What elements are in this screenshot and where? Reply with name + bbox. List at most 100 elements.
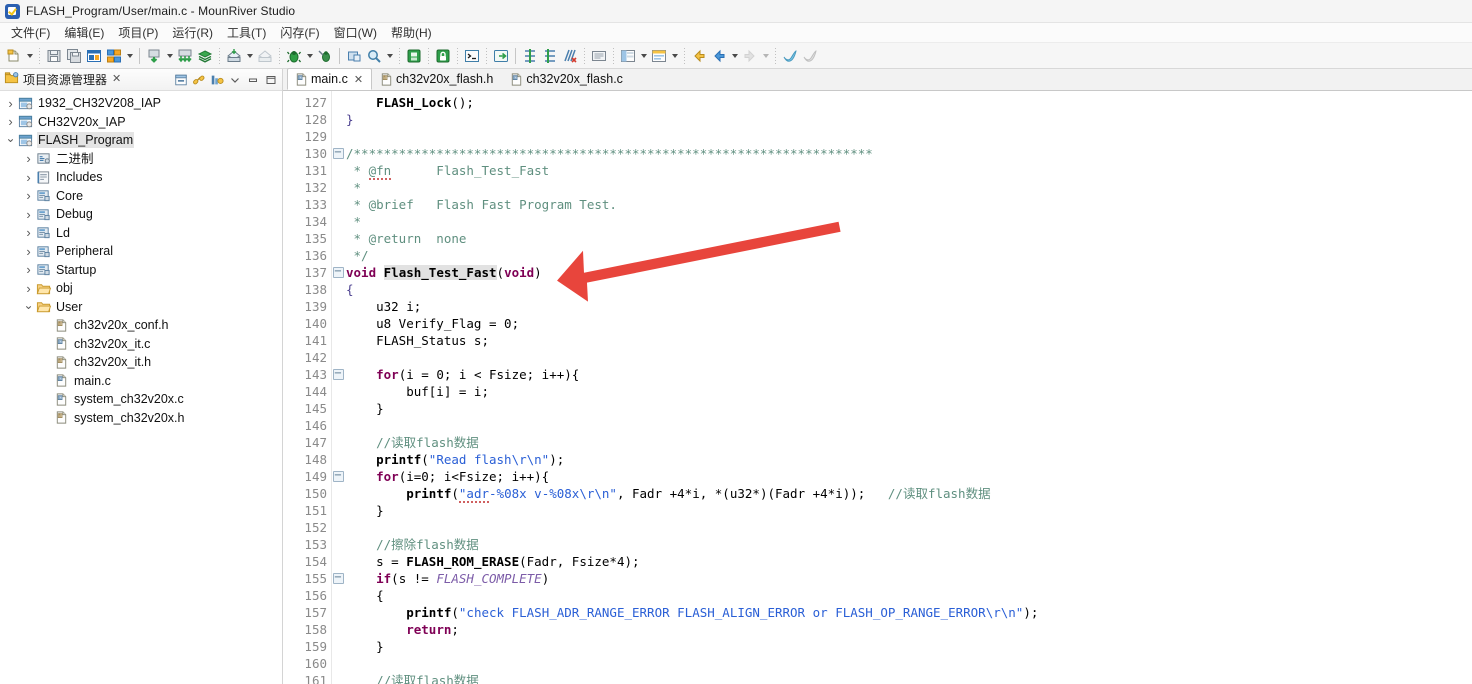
code-line[interactable]: void Flash_Test_Fast(void) (344, 264, 1472, 281)
code-line[interactable]: FLASH_Lock(); (344, 94, 1472, 111)
maximize-icon[interactable] (263, 72, 278, 87)
code-line[interactable]: } (344, 502, 1472, 519)
code-view[interactable]: 127 128 129 130 131 132 133 134 135 136 137 138 139 1… (283, 91, 1472, 684)
code-line[interactable]: * (344, 213, 1472, 230)
editor-tab-ch32v20x_flash.c[interactable]: c ch32v20x_flash.c (502, 68, 632, 90)
fold-collapse-icon[interactable]: − (332, 570, 344, 587)
tree-item-ch32v20x_conf.h[interactable]: h ch32v20x_conf.h (0, 316, 282, 335)
tree-item-Core[interactable]: Core (0, 187, 282, 206)
back-icon[interactable] (689, 46, 709, 66)
debug-alt-icon[interactable] (315, 46, 335, 66)
code-line[interactable] (344, 128, 1472, 145)
tree-item-system_ch32v20x.c[interactable]: c system_ch32v20x.c (0, 390, 282, 409)
chevron-right-icon[interactable] (22, 152, 35, 165)
collapse-all-icon[interactable] (173, 72, 188, 87)
code-line[interactable]: printf("check FLASH_ADR_RANGE_ERROR FLAS… (344, 604, 1472, 621)
indent-icon[interactable] (520, 46, 540, 66)
code-line[interactable]: } (344, 111, 1472, 128)
tree-item-1932_CH32V208_IAP[interactable]: 1932_CH32V208_IAP (0, 94, 282, 113)
menu-project[interactable]: 项目(P) (111, 23, 165, 43)
code-line[interactable]: { (344, 281, 1472, 298)
chevron-right-icon[interactable] (4, 97, 17, 110)
menu-help[interactable]: 帮助(H) (384, 23, 439, 43)
build-dropdown-icon[interactable] (164, 46, 175, 66)
chevron-down-icon[interactable] (22, 301, 35, 313)
perspective-icon[interactable] (618, 46, 638, 66)
view-menu-icon[interactable] (227, 72, 242, 87)
new-file-icon[interactable] (4, 46, 24, 66)
code-line[interactable]: //读取flash数据 (344, 672, 1472, 684)
manage-config-dropdown-icon[interactable] (124, 46, 135, 66)
save-all-icon[interactable] (64, 46, 84, 66)
chevron-right-icon[interactable] (22, 189, 35, 202)
new-file-dropdown-icon[interactable] (24, 46, 35, 66)
fold-collapse-icon[interactable]: − (332, 468, 344, 485)
tree-item-Ld[interactable]: Ld (0, 224, 282, 243)
view-filter-icon[interactable] (209, 72, 224, 87)
menu-tools[interactable]: 工具(T) (220, 23, 273, 43)
chevron-down-icon[interactable] (4, 134, 17, 146)
tree-item-User[interactable]: User (0, 298, 282, 317)
perspective-alt-dropdown-icon[interactable] (669, 46, 680, 66)
chevron-right-icon[interactable] (22, 226, 35, 239)
outdent-icon[interactable] (540, 46, 560, 66)
menu-window[interactable]: 窗口(W) (327, 23, 384, 43)
chevron-right-icon[interactable] (22, 282, 35, 295)
chevron-right-icon[interactable] (22, 245, 35, 258)
back-dropdown-icon[interactable] (729, 46, 740, 66)
debug-dropdown-icon[interactable] (304, 46, 315, 66)
tree-item-Includes[interactable]: Includes (0, 168, 282, 187)
terminal-icon[interactable] (462, 46, 482, 66)
lock-icon[interactable] (433, 46, 453, 66)
manage-config-icon[interactable] (104, 46, 124, 66)
perspective-alt-icon[interactable] (649, 46, 669, 66)
next-dropdown-icon[interactable] (760, 46, 771, 66)
tree-item-system_ch32v20x.h[interactable]: h system_ch32v20x.h (0, 409, 282, 428)
chevron-right-icon[interactable] (4, 115, 17, 128)
code-line[interactable]: */ (344, 247, 1472, 264)
download-disabled-icon[interactable] (255, 46, 275, 66)
download-icon[interactable] (224, 46, 244, 66)
code-line[interactable]: FLASH_Status s; (344, 332, 1472, 349)
build-config-icon[interactable] (84, 46, 104, 66)
code-line[interactable] (344, 349, 1472, 366)
save-icon[interactable] (44, 46, 64, 66)
tree-item-ch32v20x_it.h[interactable]: h ch32v20x_it.h (0, 353, 282, 372)
code-line[interactable]: return; (344, 621, 1472, 638)
fold-collapse-icon[interactable]: − (332, 264, 344, 281)
code-line[interactable]: } (344, 638, 1472, 655)
tree-item-ch32v20x_it.c[interactable]: c ch32v20x_it.c (0, 335, 282, 354)
export-icon[interactable] (491, 46, 511, 66)
menu-file[interactable]: 文件(F) (4, 23, 57, 43)
code-line[interactable]: * (344, 179, 1472, 196)
open-element-icon[interactable] (404, 46, 424, 66)
chevron-right-icon[interactable] (22, 171, 35, 184)
next-icon[interactable] (740, 46, 760, 66)
tree-item-CH32V20x_IAP[interactable]: CH32V20x_IAP (0, 113, 282, 132)
undo-icon[interactable] (800, 46, 820, 66)
chevron-right-icon[interactable] (22, 208, 35, 221)
resume-icon[interactable] (344, 46, 364, 66)
code-line[interactable] (344, 417, 1472, 434)
editor-tab-ch32v20x_flash.h[interactable]: h ch32v20x_flash.h (372, 68, 502, 90)
debug-icon[interactable] (284, 46, 304, 66)
library-icon[interactable] (195, 46, 215, 66)
code-line[interactable]: u8 Verify_Flag = 0; (344, 315, 1472, 332)
clear-marks-icon[interactable] (560, 46, 580, 66)
code-line[interactable]: //擦除flash数据 (344, 536, 1472, 553)
code-line[interactable]: //读取flash数据 (344, 434, 1472, 451)
check-icon[interactable] (780, 46, 800, 66)
code-line[interactable]: u32 i; (344, 298, 1472, 315)
tree-item-main.c[interactable]: c main.c (0, 372, 282, 391)
forward-icon[interactable] (709, 46, 729, 66)
menu-run[interactable]: 运行(R) (165, 23, 220, 43)
build-icon[interactable] (144, 46, 164, 66)
code-line[interactable]: { (344, 587, 1472, 604)
code-text[interactable]: FLASH_Lock();} /************************… (344, 91, 1472, 684)
code-line[interactable]: for(i=0; i<Fsize; i++){ (344, 468, 1472, 485)
project-explorer-close-icon[interactable]: ✕ (112, 74, 121, 85)
code-line[interactable]: if(s != FLASH_COMPLETE) (344, 570, 1472, 587)
code-line[interactable]: * @fn Flash_Test_Fast (344, 162, 1472, 180)
fold-gutter[interactable]: − − − − − (332, 91, 344, 684)
code-line[interactable] (344, 655, 1472, 672)
